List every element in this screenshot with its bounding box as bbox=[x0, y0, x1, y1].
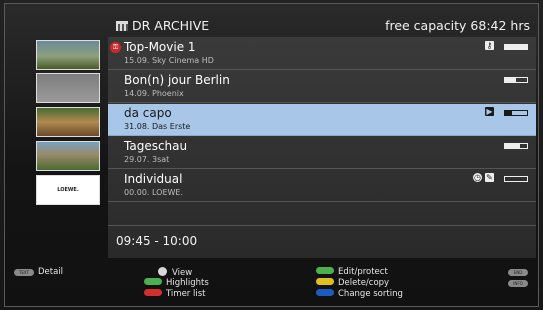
green-key-icon bbox=[144, 278, 162, 285]
red-key-icon bbox=[144, 289, 162, 296]
recording-meta: 15.09. Sky Cinema HD bbox=[124, 56, 214, 65]
progress-bar bbox=[504, 44, 528, 50]
highlights-key[interactable]: Highlights bbox=[144, 278, 209, 288]
blue-key-icon bbox=[316, 289, 334, 296]
delete-copy-key[interactable]: Delete/copy bbox=[316, 278, 389, 288]
end-key-icon: END bbox=[508, 269, 528, 276]
recording-title: da capo bbox=[124, 106, 172, 120]
timer-list-key[interactable]: Timer list bbox=[144, 289, 205, 299]
progress-bar bbox=[504, 143, 528, 149]
progress-fill bbox=[505, 78, 516, 82]
view-key[interactable]: View bbox=[158, 267, 192, 278]
end-key[interactable]: END bbox=[508, 267, 532, 277]
progress-fill bbox=[505, 111, 512, 115]
progress-bar bbox=[504, 176, 528, 182]
change-sorting-key[interactable]: Change sorting bbox=[316, 289, 403, 299]
recording-meta: 00.00. LOEWE. bbox=[124, 188, 184, 197]
text-key-icon: TEXT bbox=[14, 269, 34, 276]
progress-fill bbox=[505, 45, 527, 49]
locked-recording-icon: ⚿ bbox=[110, 42, 121, 53]
recording-title: Tageschau bbox=[124, 139, 188, 153]
thumbnail-column: LOEWE. bbox=[28, 37, 108, 258]
recording-row-bon-jour-berlin[interactable]: Bon(n) jour Berlin 14.09. Phoenix bbox=[108, 71, 536, 103]
edit-icon: ✎ bbox=[485, 173, 494, 182]
yellow-key-icon bbox=[316, 278, 334, 285]
green-key-icon bbox=[316, 267, 334, 274]
recording-meta: 14.09. Phoenix bbox=[124, 89, 184, 98]
recording-title: Individual bbox=[124, 172, 183, 186]
recording-row-individual[interactable]: Individual 00.00. LOEWE. ◷ ✎ bbox=[108, 170, 536, 202]
clapperboard-icon bbox=[116, 21, 128, 31]
progress-bar bbox=[504, 77, 528, 83]
info-key[interactable]: INFO bbox=[508, 278, 532, 288]
recording-title: Top-Movie 1 bbox=[124, 40, 196, 54]
info-key-icon: INFO bbox=[508, 280, 528, 287]
play-icon: ▶ bbox=[485, 107, 494, 116]
recording-meta: 31.08. Das Erste bbox=[124, 122, 191, 131]
key-icon: ⚷ bbox=[485, 41, 494, 50]
thumbnail-da-capo bbox=[36, 107, 100, 137]
time-range-text: 09:45 - 10:00 bbox=[116, 234, 198, 248]
free-capacity: free capacity 68:42 hrs bbox=[385, 18, 530, 33]
recording-row-da-capo[interactable]: da capo 31.08. Das Erste ▶ bbox=[108, 104, 536, 136]
thumbnail-top-movie-1 bbox=[36, 40, 100, 70]
thumbnail-tageschau bbox=[36, 141, 100, 171]
key-legend: TEXT Detail View Highlights Timer list Ed… bbox=[4, 262, 539, 306]
recording-title: Bon(n) jour Berlin bbox=[124, 73, 230, 87]
detail-key[interactable]: TEXT Detail bbox=[14, 267, 63, 277]
thumbnail-individual: LOEWE. bbox=[36, 175, 100, 205]
edit-protect-key[interactable]: Edit/protect bbox=[316, 267, 388, 277]
recording-row-top-movie-1[interactable]: ⚿ Top-Movie 1 15.09. Sky Cinema HD ⚷ bbox=[108, 38, 536, 70]
thumbnail-bon-jour-berlin bbox=[36, 73, 100, 103]
ok-key-icon bbox=[158, 267, 167, 276]
time-range: 09:45 - 10:00 bbox=[108, 225, 536, 255]
recording-row-tageschau[interactable]: Tageschau 29.07. 3sat bbox=[108, 137, 536, 169]
tv-screen: DR ARCHIVE free capacity 68:42 hrs LOEWE… bbox=[0, 0, 543, 310]
timer-icon: ◷ bbox=[473, 173, 482, 182]
loewe-logo: LOEWE. bbox=[57, 187, 79, 193]
progress-bar bbox=[504, 110, 528, 116]
recording-meta: 29.07. 3sat bbox=[124, 155, 170, 164]
archive-header: DR ARCHIVE free capacity 68:42 hrs bbox=[108, 16, 536, 38]
page-title: DR ARCHIVE bbox=[116, 18, 209, 33]
progress-fill bbox=[505, 144, 521, 148]
